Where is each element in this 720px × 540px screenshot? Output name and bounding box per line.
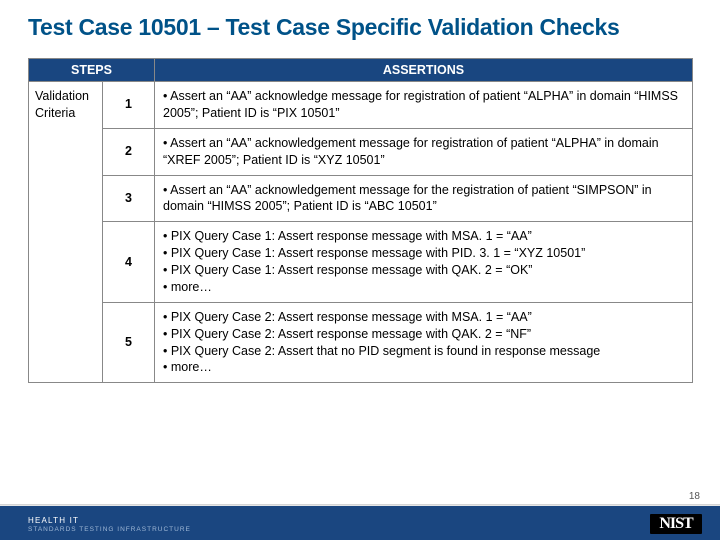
slide: Test Case 10501 – Test Case Specific Val… (0, 0, 720, 540)
nist-logo: NIST (650, 514, 702, 534)
footer-bar: HEALTH IT STANDARDS TESTING INFRASTRUCTU… (0, 506, 720, 540)
row-label: Validation Criteria (29, 82, 103, 383)
step-number: 2 (103, 128, 155, 175)
slide-title: Test Case 10501 – Test Case Specific Val… (0, 0, 720, 49)
validation-table: STEPS ASSERTIONS Validation Criteria 1 •… (28, 58, 693, 383)
table-row: 4 • PIX Query Case 1: Assert response me… (29, 222, 693, 303)
brand-top: HEALTH IT (28, 516, 79, 525)
step-number: 1 (103, 82, 155, 129)
assertion-cell: • Assert an “AA” acknowledge message for… (155, 82, 693, 129)
table-row: 5 • PIX Query Case 2: Assert response me… (29, 302, 693, 383)
table-row: 3 • Assert an “AA” acknowledgement messa… (29, 175, 693, 222)
brand-bottom: STANDARDS TESTING INFRASTRUCTURE (28, 526, 720, 533)
nist-logo-text: NIST (650, 514, 702, 534)
step-number: 4 (103, 222, 155, 303)
assertion-cell: • Assert an “AA” acknowledgement message… (155, 175, 693, 222)
step-number: 3 (103, 175, 155, 222)
brand-block: HEALTH IT STANDARDS TESTING INFRASTRUCTU… (0, 506, 720, 533)
assertion-cell: • PIX Query Case 1: Assert response mess… (155, 222, 693, 303)
assertion-cell: • Assert an “AA” acknowledgement message… (155, 128, 693, 175)
page-number: 18 (689, 491, 700, 502)
assertion-cell: • PIX Query Case 2: Assert response mess… (155, 302, 693, 383)
step-number: 5 (103, 302, 155, 383)
table-row: 2 • Assert an “AA” acknowledgement messa… (29, 128, 693, 175)
col-header-steps: STEPS (29, 59, 155, 82)
col-header-assertions: ASSERTIONS (155, 59, 693, 82)
table-body: Validation Criteria 1 • Assert an “AA” a… (29, 82, 693, 383)
table-row: Validation Criteria 1 • Assert an “AA” a… (29, 82, 693, 129)
